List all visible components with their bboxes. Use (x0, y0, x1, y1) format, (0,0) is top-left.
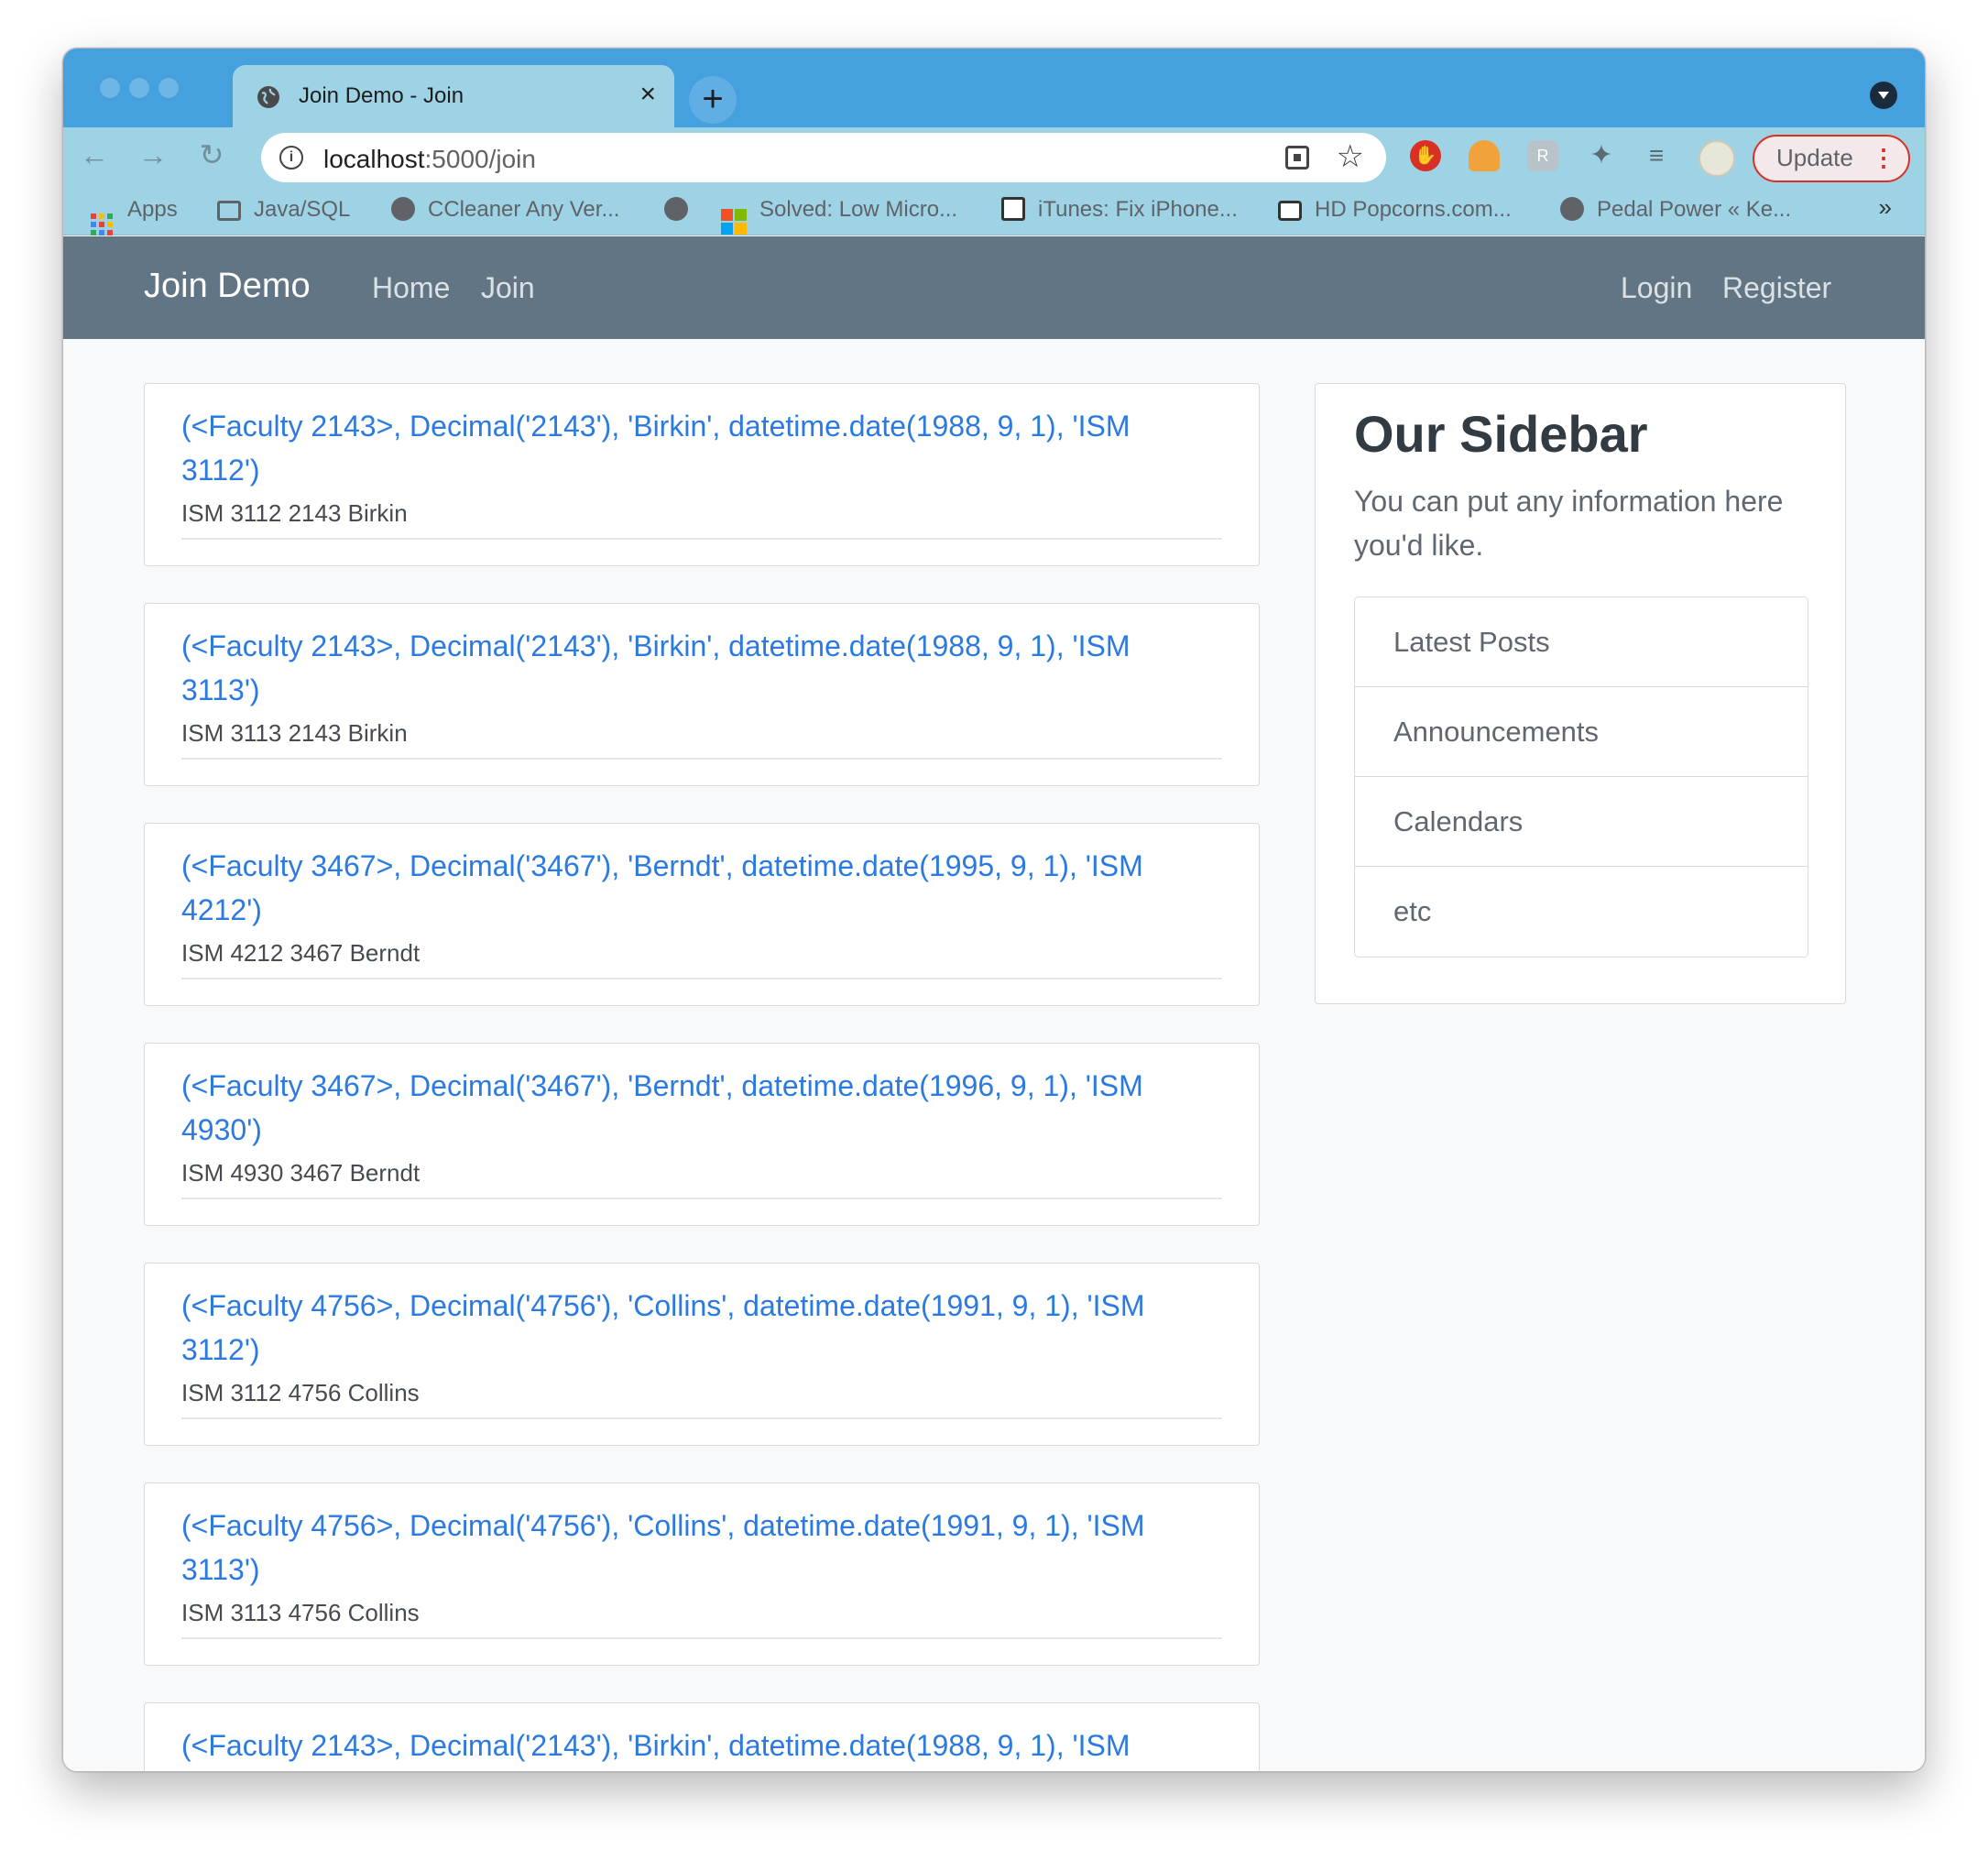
bookmark-label: Java/SQL (254, 197, 351, 222)
update-button[interactable]: Update ⋮ (1753, 135, 1910, 182)
menu-dots-icon[interactable]: ⋮ (1872, 137, 1895, 179)
new-tab-button[interactable]: + (689, 76, 737, 124)
post-meta: ISM 3113 2143 Birkin (181, 719, 408, 747)
qr-code-icon[interactable] (1285, 146, 1309, 170)
tab-join-demo[interactable]: Join Demo - Join × (233, 65, 674, 127)
nav-link-login[interactable]: Login (1621, 271, 1692, 305)
divider (181, 1637, 1222, 1639)
tab-strip: Join Demo - Join × + (63, 49, 1925, 127)
divider (181, 978, 1222, 979)
web-page: Join Demo Home Join Login Register (<Fac… (63, 236, 1925, 1771)
bookmark-hd-popcorns[interactable]: HD Popcorns.com... (1278, 195, 1512, 224)
zoom-window-button[interactable] (158, 78, 179, 98)
magnifier-icon (1001, 197, 1025, 221)
bookmark-ccleaner[interactable]: CCleaner Any Ver... (391, 195, 619, 224)
extensions-puzzle-icon[interactable]: ✦ (1586, 140, 1617, 171)
post-title-link[interactable]: (<Faculty 2143>, Decimal('2143'), 'Birki… (181, 404, 1207, 492)
sidebar-item-latest-posts[interactable]: Latest Posts (1355, 597, 1808, 687)
bookmarks-overflow-icon[interactable]: » (1879, 193, 1892, 222)
bookmark-label: HD Popcorns.com... (1315, 197, 1512, 222)
bookmark-label: Solved: Low Micro... (759, 197, 958, 222)
bookmark-apps[interactable]: Apps (91, 195, 178, 235)
site-navbar: Join Demo Home Join Login Register (63, 236, 1925, 339)
update-label: Update (1776, 144, 1853, 171)
sidebar-text: You can put any information here you'd l… (1354, 485, 1784, 562)
post-title-link[interactable]: (<Faculty 2143>, Decimal('2143'), 'Birki… (181, 1723, 1207, 1767)
extension-r-icon[interactable]: R (1527, 140, 1558, 171)
sidebar-item-announcements[interactable]: Announcements (1355, 687, 1808, 777)
reload-icon[interactable]: ↻ (193, 137, 230, 173)
globe-icon (1560, 197, 1584, 221)
post-card: (<Faculty 3467>, Decimal('3467'), 'Bernd… (144, 1043, 1260, 1226)
profile-avatar[interactable] (1699, 140, 1735, 177)
globe-icon (257, 86, 279, 108)
post-meta: ISM 4212 3467 Berndt (181, 939, 421, 967)
post-card: (<Faculty 2143>, Decimal('2143'), 'Birki… (144, 1702, 1260, 1771)
divider (181, 758, 1222, 760)
close-window-button[interactable] (100, 78, 120, 98)
divider (181, 1417, 1222, 1419)
bookmarks-bar: Apps Java/SQL CCleaner Any Ver... Solved… (63, 184, 1925, 235)
browser-toolbar: ← → ↻ i localhost:5000/join ☆ ✋ R ✦ ≡ Up… (63, 127, 1925, 184)
bookmark-star-icon[interactable]: ☆ (1337, 138, 1364, 175)
tab-search-icon[interactable] (1870, 82, 1897, 109)
bookmark-untitled[interactable] (664, 195, 701, 224)
post-title-link[interactable]: (<Faculty 3467>, Decimal('3467'), 'Bernd… (181, 1064, 1207, 1152)
nav-link-join[interactable]: Join (481, 271, 535, 305)
bookmark-java-sql[interactable]: Java/SQL (217, 195, 350, 224)
divider (181, 538, 1222, 540)
address-bar[interactable]: i localhost:5000/join ☆ (261, 133, 1386, 182)
browser-window: Join Demo - Join × + ← → ↻ i localhost:5… (62, 48, 1926, 1772)
nav-link-register[interactable]: Register (1722, 271, 1831, 305)
ad-blocker-icon[interactable]: ✋ (1410, 140, 1441, 171)
post-card: (<Faculty 2143>, Decimal('2143'), 'Birki… (144, 603, 1260, 786)
sidebar-title: Our Sidebar (1354, 405, 1648, 463)
tab-title: Join Demo - Join (299, 83, 464, 108)
post-meta: ISM 4930 3467 Berndt (181, 1159, 421, 1187)
post-title-link[interactable]: (<Faculty 4756>, Decimal('4756'), 'Colli… (181, 1284, 1207, 1372)
tv-icon (1278, 201, 1302, 221)
sidebar-list: Latest Posts Announcements Calendars etc (1354, 596, 1808, 957)
bookmark-itunes-fix[interactable]: iTunes: Fix iPhone... (1001, 195, 1238, 224)
bookmark-label: CCleaner Any Ver... (428, 197, 620, 222)
folder-icon (217, 201, 241, 221)
nav-link-home[interactable]: Home (372, 271, 450, 305)
navbar-brand[interactable]: Join Demo (144, 267, 311, 306)
post-meta: ISM 3112 2143 Birkin (181, 499, 408, 527)
bookmark-label: iTunes: Fix iPhone... (1038, 197, 1238, 222)
bookmark-label: Pedal Power « Ke... (1597, 197, 1792, 222)
sidebar-item-etc[interactable]: etc (1355, 867, 1808, 957)
reading-list-icon[interactable]: ≡ (1641, 140, 1672, 171)
url-path: :5000/join (424, 145, 536, 173)
site-info-icon[interactable]: i (279, 146, 303, 170)
sidebar: Our Sidebar You can put any information … (1315, 383, 1846, 1004)
globe-icon (664, 197, 688, 221)
post-title-link[interactable]: (<Faculty 2143>, Decimal('2143'), 'Birki… (181, 624, 1207, 712)
url-host: localhost (323, 145, 425, 173)
bookmark-label: Apps (127, 197, 178, 222)
post-meta: ISM 3112 4756 Collins (181, 1379, 420, 1406)
apps-grid-icon (91, 213, 113, 235)
post-card: (<Faculty 2143>, Decimal('2143'), 'Birki… (144, 383, 1260, 566)
globe-icon (391, 197, 415, 221)
url-text[interactable]: localhost:5000/join (323, 145, 536, 174)
minimize-window-button[interactable] (129, 78, 149, 98)
microsoft-icon (721, 209, 747, 235)
post-meta: ISM 3113 4756 Collins (181, 1599, 420, 1626)
divider (181, 1198, 1222, 1199)
post-card: (<Faculty 4756>, Decimal('4756'), 'Colli… (144, 1263, 1260, 1446)
back-arrow-icon[interactable]: ← (76, 137, 113, 173)
post-title-link[interactable]: (<Faculty 4756>, Decimal('4756'), 'Colli… (181, 1504, 1207, 1592)
bookmark-solved-low-micro[interactable]: Solved: Low Micro... (721, 195, 958, 235)
forward-arrow-icon[interactable]: → (135, 137, 171, 173)
close-tab-icon[interactable]: × (639, 78, 656, 111)
extension-person-icon[interactable] (1469, 140, 1500, 171)
post-card: (<Faculty 3467>, Decimal('3467'), 'Bernd… (144, 823, 1260, 1006)
bookmark-pedal-power[interactable]: Pedal Power « Ke... (1560, 195, 1791, 224)
sidebar-item-calendars[interactable]: Calendars (1355, 777, 1808, 867)
post-title-link[interactable]: (<Faculty 3467>, Decimal('3467'), 'Bernd… (181, 844, 1207, 932)
post-card: (<Faculty 4756>, Decimal('4756'), 'Colli… (144, 1482, 1260, 1666)
